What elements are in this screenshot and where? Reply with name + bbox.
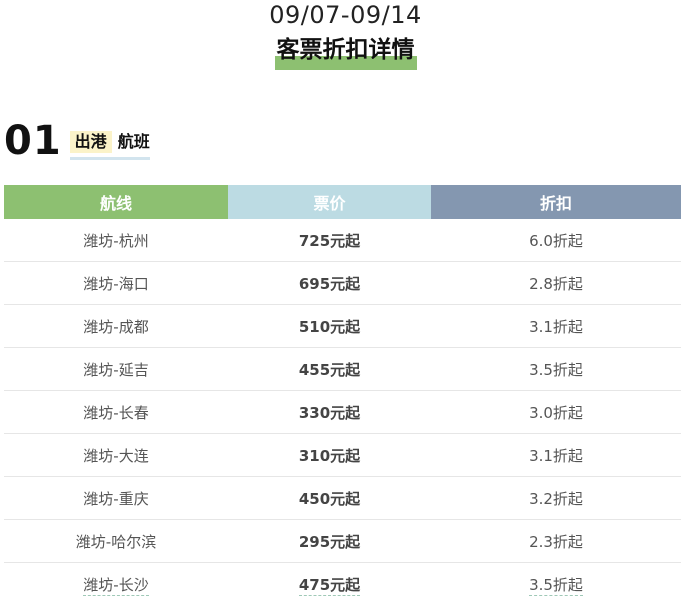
discount-cell-text: 3.5折起 bbox=[529, 575, 583, 596]
price-cell: 475元起 bbox=[228, 563, 431, 606]
route-cell: 潍坊-大连 bbox=[4, 433, 228, 477]
discount-cell: 3.5折起 bbox=[431, 347, 681, 391]
section-highlight: 出港 bbox=[69, 131, 112, 153]
section-label-text: 航班 bbox=[117, 132, 150, 151]
discount-cell: 3.1折起 bbox=[431, 304, 681, 348]
discount-cell: 3.5折起 bbox=[431, 563, 681, 606]
route-cell: 潍坊-海口 bbox=[4, 261, 228, 305]
price-cell: 510元起 bbox=[228, 304, 431, 348]
section-label: 出港 航班 bbox=[69, 124, 150, 160]
section-underline bbox=[69, 157, 150, 160]
table-row: 潍坊-海口 695元起 2.8折起 bbox=[4, 261, 681, 305]
column-header-discount: 折扣 bbox=[431, 185, 681, 219]
table-row: 潍坊-哈尔滨 295元起 2.3折起 bbox=[4, 519, 681, 563]
price-cell: 450元起 bbox=[228, 476, 431, 520]
price-cell: 695元起 bbox=[228, 261, 431, 305]
discount-cell: 3.0折起 bbox=[431, 390, 681, 434]
discount-cell: 6.0折起 bbox=[431, 219, 681, 262]
discount-cell: 2.8折起 bbox=[431, 261, 681, 305]
page-title: 客票折扣详情 bbox=[276, 37, 415, 63]
table-row: 潍坊-延吉 455元起 3.5折起 bbox=[4, 347, 681, 391]
price-cell-text: 475元起 bbox=[298, 575, 361, 596]
page-header: 09/07-09/14 客票折扣详情 bbox=[0, 0, 691, 70]
route-cell: 潍坊-哈尔滨 bbox=[4, 519, 228, 563]
discount-cell: 3.2折起 bbox=[431, 476, 681, 520]
table-header-row: 航线 票价 折扣 bbox=[4, 185, 681, 219]
table-row: 潍坊-重庆 450元起 3.2折起 bbox=[4, 476, 681, 520]
price-cell: 455元起 bbox=[228, 347, 431, 391]
route-cell: 潍坊-长春 bbox=[4, 390, 228, 434]
table-row: 潍坊-杭州 725元起 6.0折起 bbox=[4, 219, 681, 262]
table-row: 潍坊-大连 310元起 3.1折起 bbox=[4, 433, 681, 477]
route-cell: 潍坊-成都 bbox=[4, 304, 228, 348]
section-heading: 01 出港 航班 bbox=[4, 120, 150, 162]
title-wrap: 客票折扣详情 bbox=[274, 36, 417, 70]
fare-table: 航线 票价 折扣 潍坊-杭州 725元起 6.0折起 潍坊-海口 695元起 2… bbox=[4, 185, 681, 605]
route-cell: 潍坊-重庆 bbox=[4, 476, 228, 520]
discount-cell: 2.3折起 bbox=[431, 519, 681, 563]
date-range: 09/07-09/14 bbox=[269, 1, 422, 29]
price-cell: 330元起 bbox=[228, 390, 431, 434]
price-cell: 295元起 bbox=[228, 519, 431, 563]
table-row: 潍坊-成都 510元起 3.1折起 bbox=[4, 304, 681, 348]
discount-cell: 3.1折起 bbox=[431, 433, 681, 477]
section-number: 01 bbox=[4, 118, 62, 164]
column-header-price: 票价 bbox=[228, 185, 431, 219]
price-cell: 310元起 bbox=[228, 433, 431, 477]
route-cell-text: 潍坊-长沙 bbox=[83, 575, 149, 596]
table-row: 潍坊-长春 330元起 3.0折起 bbox=[4, 390, 681, 434]
price-cell: 725元起 bbox=[228, 219, 431, 262]
table-row: 潍坊-长沙 475元起 3.5折起 bbox=[4, 563, 681, 606]
route-cell: 潍坊-延吉 bbox=[4, 347, 228, 391]
column-header-route: 航线 bbox=[4, 185, 228, 219]
route-cell: 潍坊-长沙 bbox=[4, 563, 228, 606]
route-cell: 潍坊-杭州 bbox=[4, 219, 228, 262]
